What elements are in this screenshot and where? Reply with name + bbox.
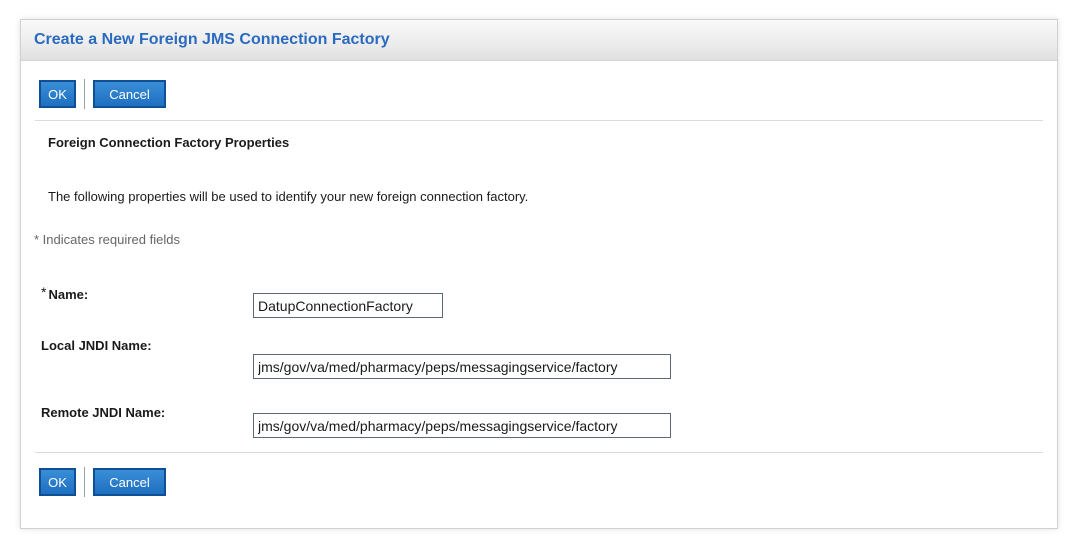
name-label: * Name: (41, 284, 89, 303)
panel-titlebar: Create a New Foreign JMS Connection Fact… (21, 20, 1057, 61)
required-fields-note: * Indicates required fields (34, 232, 180, 247)
remote-jndi-name-input[interactable] (253, 413, 671, 438)
bottom-button-bar: OK Cancel (39, 467, 166, 497)
button-separator (84, 467, 85, 497)
local-jndi-name-input[interactable] (253, 354, 671, 379)
divider-top (35, 120, 1043, 121)
top-button-bar: OK Cancel (39, 79, 166, 109)
page-title: Create a New Foreign JMS Connection Fact… (34, 31, 390, 48)
local-jndi-name-label: Local JNDI Name: (41, 338, 152, 353)
remote-jndi-name-label: Remote JNDI Name: (41, 405, 166, 420)
ok-button-top[interactable]: OK (39, 80, 76, 108)
required-marker: * (41, 284, 47, 300)
name-label-text: Name: (48, 287, 89, 302)
create-foreign-jms-connection-factory-panel: Create a New Foreign JMS Connection Fact… (20, 19, 1058, 529)
ok-button-bottom[interactable]: OK (39, 468, 76, 496)
button-separator (84, 79, 85, 109)
section-title: Foreign Connection Factory Properties (48, 135, 290, 150)
cancel-button-top[interactable]: Cancel (93, 80, 166, 108)
section-description: The following properties will be used to… (48, 189, 529, 204)
cancel-button-bottom[interactable]: Cancel (93, 468, 166, 496)
divider-bottom (35, 452, 1043, 453)
name-input[interactable] (253, 293, 443, 318)
